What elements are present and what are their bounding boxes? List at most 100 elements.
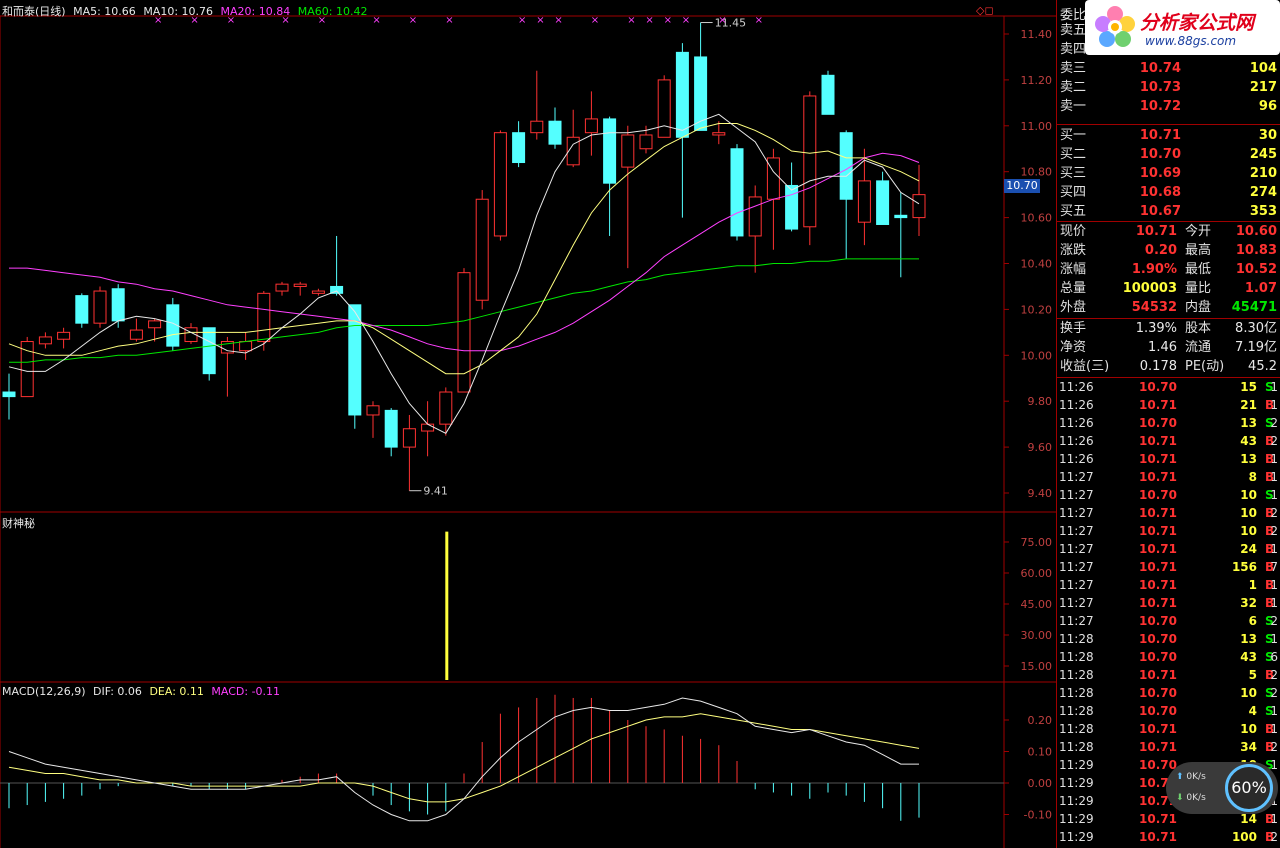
ma10-legend: MA10: 10.76: [143, 5, 214, 18]
kline-chart-svg[interactable]: 11.40 11.20 11.00 10.80 10.60 10.40 10.20 10.00…: [0, 0, 1056, 848]
price-tick-label: 9.80: [1028, 395, 1053, 408]
candle-down: [111, 288, 125, 322]
tick-row[interactable]: 11:26 10.71 13 B 1: [1057, 450, 1280, 468]
bid-row[interactable]: 买五 10.67 353: [1057, 202, 1280, 221]
tick-time: 11:27: [1059, 560, 1094, 574]
tick-row[interactable]: 11:27 10.71 24 B 1: [1057, 540, 1280, 558]
row-volume: 353: [1249, 204, 1277, 219]
tick-row[interactable]: 11:28 10.71 34 B 2: [1057, 738, 1280, 756]
bid-row[interactable]: 买一 10.71 30: [1057, 126, 1280, 145]
download-value: 0K/s: [1186, 793, 1206, 803]
quote-value: 45471: [1231, 300, 1277, 315]
stock-name: 和而泰(日线): [2, 5, 66, 18]
fundamental-label: PE(动): [1185, 359, 1225, 374]
tick-row[interactable]: 11:29 10.71 100 B 2: [1057, 828, 1280, 846]
candle-down: [894, 214, 908, 219]
tick-price: 10.71: [1139, 542, 1177, 556]
tick-time: 11:29: [1059, 812, 1094, 826]
tick-row[interactable]: 11:27 10.71 10 B 2: [1057, 522, 1280, 540]
row-volume: 210: [1249, 166, 1277, 181]
tick-row[interactable]: 11:27 10.71 8 B 1: [1057, 468, 1280, 486]
tick-row[interactable]: 11:28 10.70 43 S 6: [1057, 648, 1280, 666]
macd-tick-label: 0.00: [1028, 777, 1053, 790]
quote-row: 总量 100003 量比 1.07: [1057, 279, 1280, 298]
tick-row[interactable]: 11:27 10.71 156 B 7: [1057, 558, 1280, 576]
tick-volume: 21: [1240, 398, 1257, 412]
row-label: 卖四: [1060, 42, 1087, 57]
quote-label: 量比: [1185, 281, 1212, 296]
quote-value: 1.90%: [1131, 262, 1177, 277]
tick-row[interactable]: 11:26 10.71 21 B 1: [1057, 396, 1280, 414]
tick-row[interactable]: 11:28 10.70 10 S 2: [1057, 684, 1280, 702]
candle-down: [730, 148, 744, 237]
ask-row[interactable]: 卖一 10.72 96: [1057, 97, 1280, 116]
macd-tick-label: -0.10: [1024, 809, 1052, 822]
tick-row[interactable]: 11:27 10.71 1 B 1: [1057, 576, 1280, 594]
tick-count: 1: [1270, 398, 1278, 412]
tick-row[interactable]: 11:28 10.71 5 B 2: [1057, 666, 1280, 684]
tick-row[interactable]: 11:27 10.71 32 B 1: [1057, 594, 1280, 612]
fundamental-row: 换手 1.39% 股本 8.30亿: [1057, 319, 1280, 338]
candle-up: [366, 405, 380, 416]
macd-params: MACD(12,26,9): [2, 685, 86, 698]
ask-row[interactable]: 卖三 10.74 104: [1057, 59, 1280, 78]
row-volume: 245: [1249, 147, 1277, 162]
tick-row[interactable]: 11:28 10.71 10 B 1: [1057, 720, 1280, 738]
bid-row[interactable]: 买二 10.70 245: [1057, 145, 1280, 164]
flower-logo-icon: [1095, 6, 1135, 47]
tick-price: 10.70: [1139, 686, 1177, 700]
tick-time: 11:27: [1059, 524, 1094, 538]
dif-line: [8, 697, 919, 822]
tick-row[interactable]: 11:27 10.70 6 S 2: [1057, 612, 1280, 630]
row-label: 买一: [1060, 128, 1087, 143]
chart-area[interactable]: 11.40 11.20 11.00 10.80 10.60 10.40 10.20 10.00…: [0, 0, 1056, 848]
tick-price: 10.71: [1139, 506, 1177, 520]
network-widget[interactable]: ⬆ 0K/s ⬇ 0K/s 60%: [1166, 762, 1278, 814]
tick-price: 10.70: [1139, 758, 1177, 772]
tick-row[interactable]: 11:26 10.70 15 S 1: [1057, 378, 1280, 396]
tick-row[interactable]: 11:27 10.70 10 S 1: [1057, 486, 1280, 504]
tick-count: 2: [1270, 740, 1278, 754]
tick-volume: 10: [1240, 506, 1257, 520]
signal-marker: ×: [536, 15, 544, 26]
row-label: 买三: [1060, 166, 1087, 181]
tick-row[interactable]: 11:28 10.70 4 S 1: [1057, 702, 1280, 720]
row-volume: 217: [1249, 80, 1277, 95]
tick-time: 11:29: [1059, 794, 1094, 808]
tick-price: 10.71: [1139, 560, 1177, 574]
tick-time: 11:26: [1059, 434, 1094, 448]
fundamental-value: 7.19亿: [1235, 340, 1277, 355]
row-label: 卖一: [1060, 99, 1087, 114]
tick-row[interactable]: 11:26 10.70 13 S 2: [1057, 414, 1280, 432]
bid-row[interactable]: 买四 10.68 274: [1057, 183, 1280, 202]
tick-price: 10.71: [1139, 596, 1177, 610]
bid-row[interactable]: 买三 10.69 210: [1057, 164, 1280, 183]
candle-up: [257, 292, 271, 343]
candle-up: [475, 198, 489, 301]
candle-down: [75, 295, 89, 324]
quote-label: 总量: [1060, 281, 1087, 296]
tick-row[interactable]: 11:27 10.71 10 B 2: [1057, 504, 1280, 522]
tick-price: 10.71: [1139, 524, 1177, 538]
candle-down: [512, 132, 526, 164]
fundamental-label: 流通: [1185, 340, 1212, 355]
tick-time: 11:26: [1059, 452, 1094, 466]
candle-up: [439, 391, 453, 425]
macd-tick-label: 0.20: [1028, 714, 1053, 727]
tick-time: 11:27: [1059, 506, 1094, 520]
tick-volume: 5: [1248, 668, 1257, 682]
quote-label: 涨幅: [1060, 262, 1087, 277]
signal-marker: ×: [682, 15, 690, 26]
row-label: 卖二: [1060, 80, 1087, 95]
fundamental-label: 股本: [1185, 321, 1212, 336]
diamond-icon[interactable]: ◇◻: [976, 4, 994, 17]
row-price: 10.73: [1139, 80, 1181, 95]
ask-row[interactable]: 卖二 10.73 217: [1057, 78, 1280, 97]
row-label: 买二: [1060, 147, 1087, 162]
tick-price: 10.71: [1139, 470, 1177, 484]
row-price: 10.68: [1139, 185, 1181, 200]
candle-up: [748, 196, 762, 237]
tick-row[interactable]: 11:26 10.71 43 B 2: [1057, 432, 1280, 450]
candle-up: [530, 120, 544, 134]
tick-row[interactable]: 11:28 10.70 13 S 1: [1057, 630, 1280, 648]
